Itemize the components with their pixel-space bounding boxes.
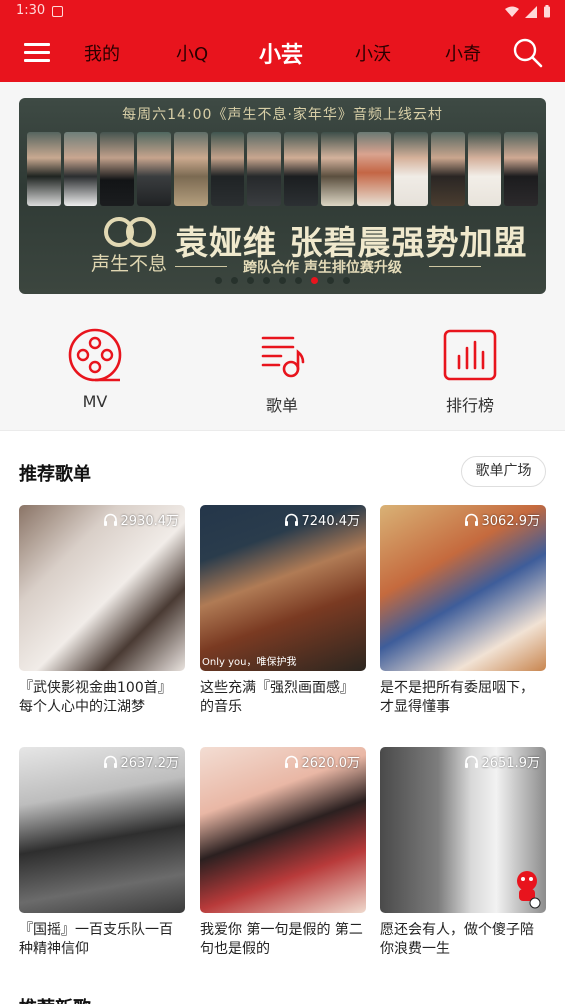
mv-reel-icon xyxy=(68,328,122,382)
banner-rule-right xyxy=(429,266,481,267)
playlist-card[interactable]: 7240.4万 Only you，唯保护我 这些充满『强烈画面感』的音乐 xyxy=(200,505,366,717)
tab-xiaoyun[interactable]: 小芸 xyxy=(259,37,303,69)
play-count-value: 2620.0万 xyxy=(301,756,361,771)
status-bar: 1:30 xyxy=(0,0,565,24)
playlist-card[interactable]: 2651.9万 愿还会有人，做个傻子陪你浪费一生 xyxy=(380,747,546,959)
artist-photo xyxy=(320,132,355,206)
headphones-icon xyxy=(284,513,298,526)
tab-xiaoq[interactable]: 小Q xyxy=(176,40,208,66)
playlist-card[interactable]: 3062.9万 是不是把所有委屈咽下，才显得懂事 xyxy=(380,505,546,717)
banner-subline: 跨队合作 声生排位赛升级 xyxy=(243,260,402,276)
tab-xiaowo[interactable]: 小沃 xyxy=(355,40,391,66)
artist-photo xyxy=(247,132,282,206)
signal-icon xyxy=(525,5,537,18)
playlist-title: 愿还会有人，做个傻子陪你浪费一生 xyxy=(380,922,534,957)
artist-photo xyxy=(284,132,318,206)
artist-photo xyxy=(137,132,171,206)
playlist-cover: 2620.0万 xyxy=(200,747,366,913)
artist-photo xyxy=(504,132,539,206)
search-icon[interactable] xyxy=(512,37,544,69)
playlist-cover: 7240.4万 Only you，唯保护我 xyxy=(200,505,366,671)
play-count: 7240.4万 xyxy=(284,510,361,529)
logo-text: 声生不息 xyxy=(90,253,167,275)
banner-artist-row xyxy=(27,132,539,206)
pager-dot xyxy=(279,277,286,284)
pager-dot xyxy=(263,277,270,284)
play-count-value: 2651.9万 xyxy=(481,756,541,771)
mv-entry[interactable]: MV xyxy=(35,326,155,411)
wifi-icon xyxy=(505,6,519,17)
mascot-sticker-icon xyxy=(517,871,541,909)
play-count: 2637.2万 xyxy=(103,752,180,771)
notification-icon xyxy=(52,6,63,17)
artist-photo xyxy=(357,132,392,206)
playlist-card[interactable]: 2620.0万 我爱你 第一句是假的 第二句也是假的 xyxy=(200,747,366,959)
artist-photo xyxy=(173,132,208,206)
artist-photo xyxy=(100,132,135,206)
banner-rule-left xyxy=(175,266,227,267)
pager-dot xyxy=(311,277,318,284)
artist-photo xyxy=(27,132,61,206)
top-nav-bar: 我的 小Q 小芸 小沃 小奇 xyxy=(0,24,565,82)
chart-entry[interactable]: 排行榜 xyxy=(410,326,530,416)
headphones-icon xyxy=(464,513,478,526)
playlist-cover: 2930.4万 xyxy=(19,505,185,671)
pager-dot xyxy=(327,277,334,284)
playlist-label: 歌单 xyxy=(265,396,298,415)
artist-photo xyxy=(467,132,502,206)
play-count: 2930.4万 xyxy=(103,510,180,529)
section-divider xyxy=(0,430,565,431)
pager-dot xyxy=(215,277,222,284)
pager-dot xyxy=(343,277,350,284)
playlist-card[interactable]: 2930.4万 『武侠影视金曲100首』每个人心中的江湖梦 xyxy=(19,505,185,717)
tab-xiaoqi[interactable]: 小奇 xyxy=(445,40,481,66)
promo-banner[interactable]: 每周六14:00《声生不息·家年华》音频上线云村 声生不息 袁娅维 张碧晨强势加… xyxy=(19,98,546,294)
pager-dot xyxy=(231,277,238,284)
play-count: 2620.0万 xyxy=(284,752,361,771)
play-count-value: 3062.9万 xyxy=(481,514,541,529)
artist-photo xyxy=(394,132,428,206)
playlist-title: 是不是把所有委屈咽下，才显得懂事 xyxy=(380,680,534,715)
play-count-value: 2930.4万 xyxy=(120,514,180,529)
headphones-icon xyxy=(284,755,298,768)
playlist-cover: 2637.2万 xyxy=(19,747,185,913)
artist-photo xyxy=(430,132,465,206)
battery-icon xyxy=(544,5,550,18)
play-count: 2651.9万 xyxy=(464,752,541,771)
headphones-icon xyxy=(464,755,478,768)
artist-photo xyxy=(63,132,98,206)
cover-caption: Only you，唯保护我 xyxy=(202,657,297,668)
playlist-entry[interactable]: 歌单 xyxy=(222,326,342,416)
playlist-icon xyxy=(261,336,305,378)
menu-icon[interactable] xyxy=(24,40,52,64)
headphones-icon xyxy=(103,513,117,526)
pager-dot xyxy=(295,277,302,284)
status-time: 1:30 xyxy=(16,3,46,18)
chart-icon xyxy=(443,329,497,381)
status-icons xyxy=(505,5,551,18)
playlist-title: 『国摇』一百支乐队一百种精神信仰 xyxy=(19,922,173,957)
chart-label: 排行榜 xyxy=(445,396,494,415)
playlist-cover: 3062.9万 xyxy=(380,505,546,671)
headphones-icon xyxy=(103,755,117,768)
playlist-card[interactable]: 2637.2万 『国摇』一百支乐队一百种精神信仰 xyxy=(19,747,185,959)
playlist-title: 『武侠影视金曲100首』每个人心中的江湖梦 xyxy=(19,680,172,715)
play-count-value: 2637.2万 xyxy=(120,756,180,771)
show-logo: 声生不息 xyxy=(79,216,179,275)
section-title-recommend: 推荐歌单 xyxy=(19,464,91,485)
play-count-value: 7240.4万 xyxy=(301,514,361,529)
playlist-cover: 2651.9万 xyxy=(380,747,546,913)
playlist-plaza-button[interactable]: 歌单广场 xyxy=(461,456,546,487)
artist-photo xyxy=(210,132,245,206)
tab-wode[interactable]: 我的 xyxy=(84,40,120,66)
mv-label: MV xyxy=(82,392,108,411)
playlist-title: 我爱你 第一句是假的 第二句也是假的 xyxy=(200,922,363,957)
section-title-new-songs: 推荐新歌 xyxy=(19,994,91,1004)
logo-rings-icon xyxy=(104,217,156,247)
playlist-title: 这些充满『强烈画面感』的音乐 xyxy=(200,680,354,715)
banner-pager-dots xyxy=(19,277,546,284)
play-count: 3062.9万 xyxy=(464,510,541,529)
pager-dot xyxy=(247,277,254,284)
banner-top-text: 每周六14:00《声生不息·家年华》音频上线云村 xyxy=(122,107,443,123)
